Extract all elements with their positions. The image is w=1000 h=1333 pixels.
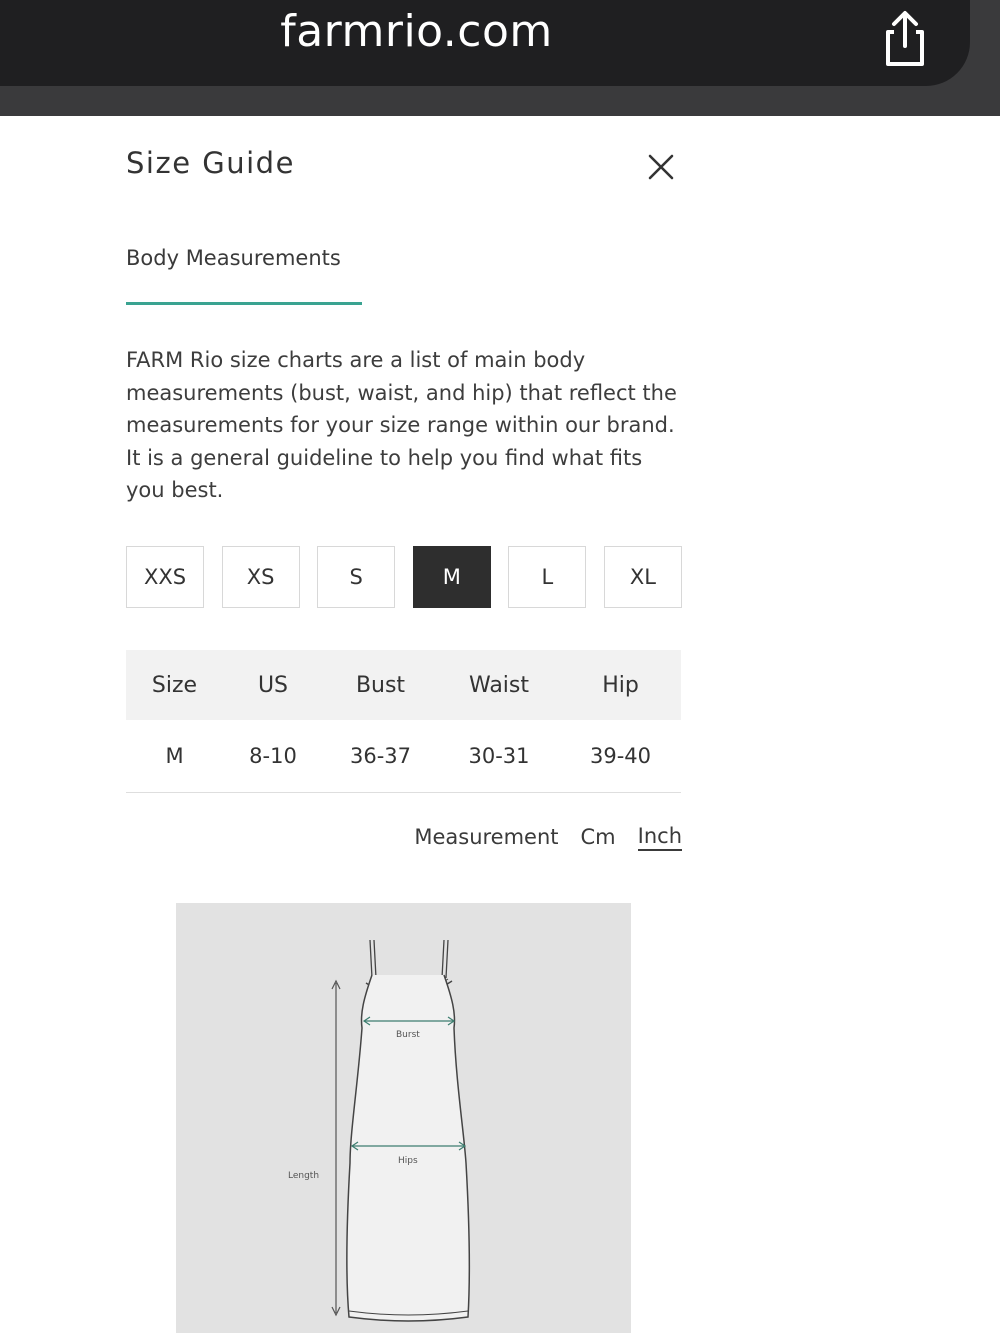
size-table: Size US Bust Waist Hip M 8-10 36-37 30-3… — [126, 650, 681, 793]
intro-text: FARM Rio size charts are a list of main … — [126, 348, 677, 502]
share-icon — [886, 11, 924, 66]
dress-illustration: Burst Hips Length — [288, 939, 471, 1322]
table-cell-size: M — [165, 744, 184, 768]
size-button-xl[interactable]: XL — [603, 546, 682, 608]
measurement-diagram: Burst Hips Length — [176, 903, 631, 1333]
diagram-label-hips: Hips — [398, 1156, 418, 1166]
table-row: M 8-10 36-37 30-31 39-40 — [126, 720, 681, 793]
table-header-waist: Waist — [468, 672, 530, 698]
table-cell-bust: 36-37 — [349, 744, 412, 768]
address-bar[interactable]: farmrio.com — [0, 0, 970, 86]
diagram-label-bust: Burst — [396, 1030, 420, 1040]
unit-option-cm[interactable]: Cm — [581, 825, 616, 849]
size-button-l[interactable]: L — [508, 546, 587, 608]
share-button[interactable] — [872, 4, 938, 70]
table-header-bust: Bust — [355, 672, 406, 698]
modal-title: Size Guide — [126, 146, 295, 180]
table-cell-waist: 30-31 — [468, 744, 530, 768]
table-header-us: US — [257, 672, 289, 698]
browser-toolbar: farmrio.com — [0, 0, 1000, 116]
table-header-hip: Hip — [602, 672, 639, 698]
table-cell-us: 8-10 — [249, 744, 297, 768]
size-button-xs[interactable]: XS — [221, 546, 300, 608]
diagram-label-length: Length — [288, 1171, 319, 1181]
tab-body-measurements[interactable]: Body Measurements — [126, 246, 362, 270]
table-header-row: Size US Bust Waist Hip — [126, 650, 681, 720]
size-button-xxs[interactable]: XXS — [126, 546, 204, 608]
size-selector: XXS XS S M L XL — [126, 546, 682, 610]
close-button[interactable] — [640, 146, 682, 188]
url-text[interactable]: farmrio.com — [0, 6, 863, 57]
table-cell-hip: 39-40 — [589, 744, 652, 768]
size-button-s[interactable]: S — [317, 546, 396, 608]
table-header-size: Size — [151, 672, 198, 698]
tab-active-indicator — [126, 302, 362, 305]
close-icon — [648, 154, 674, 180]
unit-option-inch[interactable]: Inch — [637, 824, 682, 851]
size-button-m[interactable]: M — [412, 546, 491, 608]
unit-toggle: Measurement Cm Inch — [392, 820, 682, 854]
unit-toggle-label: Measurement — [414, 825, 559, 849]
